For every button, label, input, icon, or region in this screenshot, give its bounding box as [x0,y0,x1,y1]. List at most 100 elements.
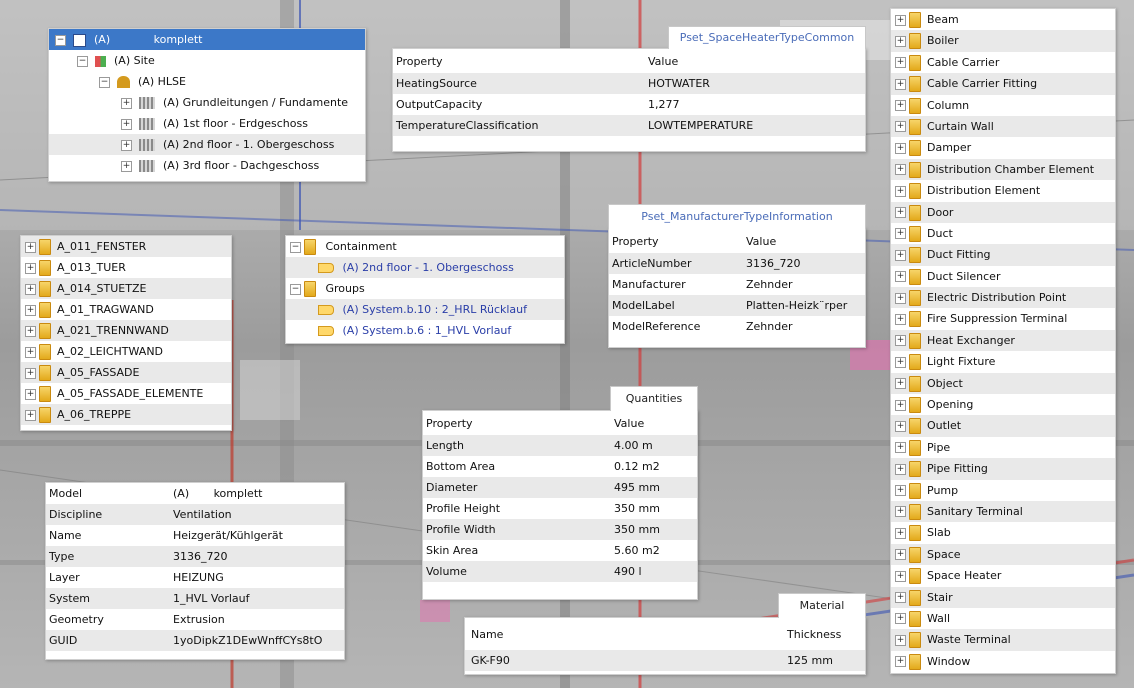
table-row[interactable]: Name Heizgerät/Kühlgerät [46,525,344,546]
table-row[interactable]: Volume 490 l [423,561,697,582]
expand-icon[interactable]: + [121,118,132,130]
type-list-item[interactable]: + Waste Terminal [891,629,1115,651]
type-list-item[interactable]: + Damper [891,137,1115,158]
expand-icon[interactable]: + [121,160,132,172]
type-list-item[interactable]: + Object [891,372,1115,395]
table-row[interactable]: Profile Height 350 mm [423,498,697,519]
type-list-item[interactable]: + Light Fixture [891,351,1115,372]
expand-icon[interactable]: + [895,613,906,625]
type-list-item[interactable]: + Space Heater [891,565,1115,586]
expand-icon[interactable]: + [25,409,36,421]
type-list-item[interactable]: + Duct [891,223,1115,244]
expand-icon[interactable]: + [25,388,36,400]
material-tab[interactable]: Material [778,593,866,618]
collapse-icon[interactable]: − [290,241,301,253]
list-item[interactable]: + A_014_STUETZE [21,278,231,299]
type-list-item[interactable]: + Door [891,201,1115,223]
type-list-item[interactable]: + Heat Exchanger [891,329,1115,352]
type-list-item[interactable]: + Distribution Element [891,180,1115,201]
table-row[interactable]: Model (A) komplett [46,483,344,504]
type-list-item[interactable]: + Electric Distribution Point [891,287,1115,309]
type-list-item[interactable]: + Fire Suppression Terminal [891,308,1115,329]
type-list-item[interactable]: + Cable Carrier [891,52,1115,73]
expand-icon[interactable]: + [895,249,906,261]
expand-icon[interactable]: + [25,262,36,274]
expand-icon[interactable]: + [895,164,906,176]
expand-icon[interactable]: + [895,527,906,539]
expand-icon[interactable]: + [895,485,906,497]
expand-icon[interactable]: + [895,570,906,582]
expand-icon[interactable]: + [895,463,906,475]
tree-item-storey[interactable]: + (A) 1st floor - Erdgeschoss [49,113,365,134]
expand-icon[interactable]: + [895,142,906,154]
list-item[interactable]: + A_013_TUER [21,257,231,278]
table-row[interactable]: Manufacturer Zehnder [609,274,865,295]
group-item[interactable]: (A) System.b.10 : 2_HRL Rücklauf [286,299,564,320]
expand-icon[interactable]: + [895,356,906,368]
type-list-item[interactable]: + Slab [891,522,1115,543]
expand-icon[interactable]: + [895,57,906,69]
type-list-item[interactable]: + Beam [891,9,1115,30]
type-list-item[interactable]: + Duct Silencer [891,266,1115,287]
type-list-item[interactable]: + Pump [891,480,1115,501]
type-list-item[interactable]: + Opening [891,394,1115,415]
type-list-item[interactable]: + Curtain Wall [891,115,1115,138]
expand-icon[interactable]: + [895,634,906,646]
containment-group[interactable]: − Containment [286,236,564,257]
expand-icon[interactable]: + [895,14,906,26]
expand-icon[interactable]: + [895,100,906,112]
expand-icon[interactable]: + [895,292,906,304]
expand-icon[interactable]: + [121,139,132,151]
type-list-item[interactable]: + Space [891,543,1115,566]
list-item[interactable]: + A_06_TREPPE [21,404,231,425]
table-row[interactable]: Layer HEIZUNG [46,567,344,588]
expand-icon[interactable]: + [25,325,36,337]
expand-icon[interactable]: + [895,313,906,325]
expand-icon[interactable]: + [895,78,906,90]
table-row[interactable]: ModelReference Zehnder [609,316,865,337]
expand-icon[interactable]: + [895,335,906,347]
expand-icon[interactable]: + [895,549,906,561]
pset-heater-tab[interactable]: Pset_SpaceHeaterTypeCommon [668,26,866,49]
table-row[interactable]: Length 4.00 m [423,435,697,456]
table-row[interactable]: GUID 1yoDipkZ1DEwWnffCYs8tO [46,630,344,651]
list-item[interactable]: + A_01_TRAGWAND [21,299,231,320]
table-row[interactable]: GK-F90 125 mm [465,650,865,671]
tree-root-row[interactable]: − (A) komplett [49,29,365,50]
expand-icon[interactable]: + [895,378,906,390]
type-list-item[interactable]: + Column [891,95,1115,116]
tree-item-site[interactable]: − (A) Site [49,50,365,71]
type-list-item[interactable]: + Sanitary Terminal [891,500,1115,523]
expand-icon[interactable]: + [895,420,906,432]
type-list-item[interactable]: + Window [891,651,1115,672]
collapse-icon[interactable]: − [290,283,301,295]
table-row[interactable]: System 1_HVL Vorlauf [46,588,344,609]
list-item[interactable]: + A_05_FASSADE [21,362,231,383]
table-row[interactable]: HeatingSource HOTWATER [393,73,865,94]
expand-icon[interactable]: + [895,121,906,133]
expand-icon[interactable]: + [121,97,132,109]
tree-item-storey[interactable]: + (A) 3rd floor - Dachgeschoss [49,155,365,176]
tree-item-storey[interactable]: + (A) 2nd floor - 1. Obergeschoss [49,134,365,155]
expand-icon[interactable]: + [25,283,36,295]
expand-icon[interactable]: + [895,656,906,668]
tree-item-storey[interactable]: + (A) Grundleitungen / Fundamente [49,92,365,113]
containment-item[interactable]: (A) 2nd floor - 1. Obergeschoss [286,257,564,278]
list-item[interactable]: + A_011_FENSTER [21,236,231,257]
type-list-item[interactable]: + Pipe [891,437,1115,458]
expand-icon[interactable]: + [25,367,36,379]
type-list-item[interactable]: + Stair [891,586,1115,608]
expand-icon[interactable]: + [895,442,906,454]
group-item[interactable]: (A) System.b.6 : 1_HVL Vorlauf [286,320,564,341]
table-row[interactable]: Discipline Ventilation [46,504,344,525]
table-row[interactable]: Geometry Extrusion [46,609,344,630]
type-list-item[interactable]: + Outlet [891,415,1115,437]
table-row[interactable]: ArticleNumber 3136_720 [609,253,865,274]
type-list-item[interactable]: + Distribution Chamber Element [891,158,1115,181]
expand-icon[interactable]: + [895,207,906,219]
collapse-icon[interactable]: − [55,34,66,46]
expand-icon[interactable]: + [895,271,906,283]
table-row[interactable]: Profile Width 350 mm [423,519,697,540]
expand-icon[interactable]: + [25,304,36,316]
expand-icon[interactable]: + [895,228,906,240]
